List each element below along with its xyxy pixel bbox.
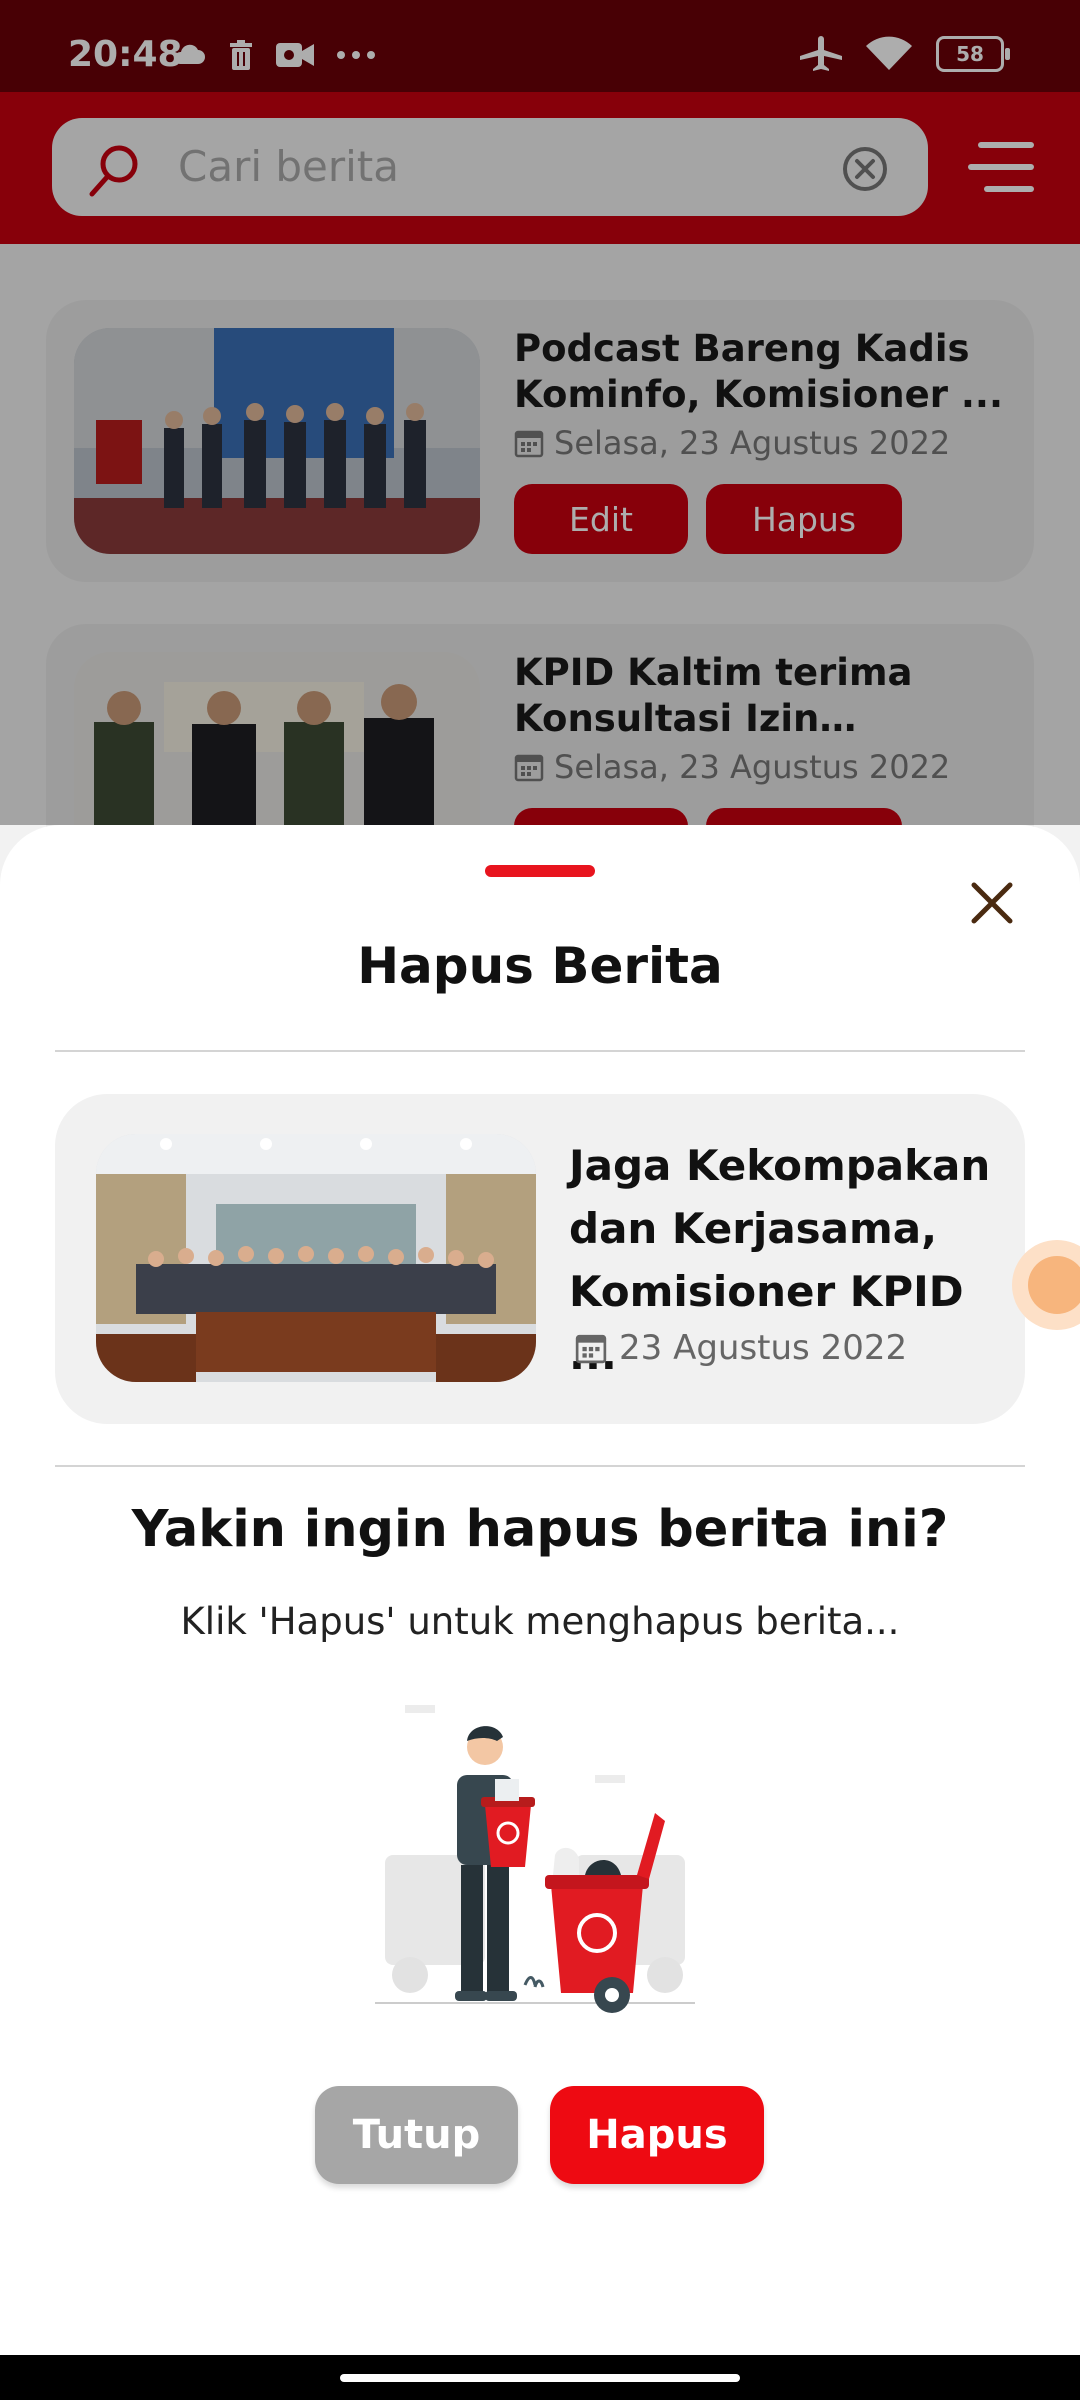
modal-backdrop[interactable] — [0, 0, 1080, 825]
calendar-icon — [575, 1334, 607, 1364]
confirm-hint: Klik 'Hapus' untuk menghapus berita... — [180, 1600, 900, 1643]
close-icon[interactable] — [966, 877, 1018, 929]
recycle-bin-illustration — [375, 1705, 695, 2013]
news-thumbnail — [96, 1134, 536, 1382]
news-preview-card: Jaga Kekompakan dan Kerjasama, Komisione… — [55, 1094, 1025, 1424]
news-date: 23 Agustus 2022 — [575, 1328, 907, 1368]
hapus-button[interactable]: Hapus — [550, 2086, 764, 2184]
home-indicator[interactable] — [340, 2374, 740, 2382]
dialog-title: Hapus Berita — [357, 937, 723, 995]
news-date-text: 23 Agustus 2022 — [619, 1328, 908, 1368]
delete-dialog: Hapus Berita Jaga Kekompakan dan Kerjasa… — [0, 825, 1080, 2355]
drag-handle[interactable] — [485, 865, 595, 877]
divider — [55, 1050, 1025, 1052]
tutup-button[interactable]: Tutup — [315, 2086, 518, 2184]
confirm-question: Yakin ingin hapus berita ini? — [131, 1500, 949, 1559]
system-nav-bar — [0, 2355, 1080, 2400]
divider — [55, 1465, 1025, 1467]
